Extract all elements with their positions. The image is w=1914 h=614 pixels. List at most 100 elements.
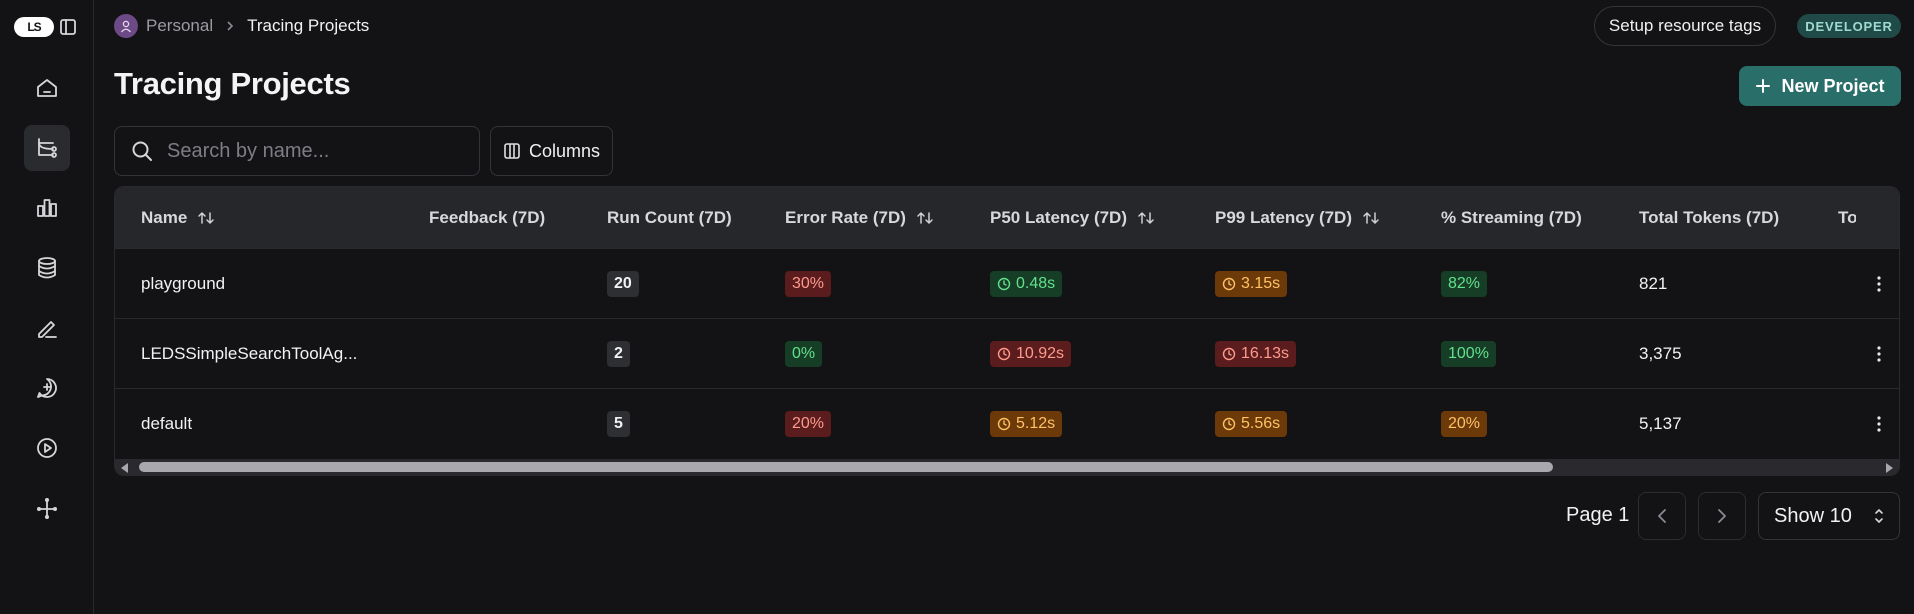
monitoring-icon: [35, 196, 59, 220]
column-label: P99 Latency (7D): [1215, 207, 1352, 227]
prompts-icon: [35, 376, 59, 400]
sidebar: LS: [0, 0, 94, 614]
projects-table: Name Feedback (7D) Run Count (7D) Error …: [114, 186, 1900, 476]
streaming-badge: 82%: [1441, 271, 1488, 297]
search-icon: [131, 140, 153, 162]
error-rate-badge: 20%: [785, 411, 832, 437]
page-title: Tracing Projects: [114, 66, 351, 101]
column-label: To: [1838, 207, 1856, 227]
table-row[interactable]: LEDSSimpleSearchToolAg... 2 0% 10.92s 16…: [115, 318, 1899, 388]
home-icon: [35, 76, 59, 100]
total-tokens: 3,375: [1639, 344, 1682, 363]
column-label: P50 Latency (7D): [990, 207, 1127, 227]
project-name[interactable]: playground: [141, 249, 225, 319]
column-header-run-count[interactable]: Run Count (7D): [607, 187, 732, 248]
sort-icon[interactable]: [916, 209, 934, 227]
new-project-label: New Project: [1781, 75, 1885, 96]
p50-value: 0.48s: [1016, 275, 1056, 292]
page-size-select[interactable]: Show 10: [1758, 492, 1900, 540]
next-page-button[interactable]: [1698, 492, 1746, 540]
column-label: Name: [141, 207, 188, 227]
columns-button[interactable]: Columns: [490, 126, 613, 176]
breadcrumb: Personal Tracing Projects: [114, 14, 369, 38]
datasets-icon: [35, 256, 59, 280]
horizontal-scrollbar[interactable]: [115, 459, 1899, 475]
scroll-right-icon[interactable]: [1886, 463, 1893, 473]
chevron-right-icon: [1716, 507, 1728, 525]
sidebar-item-monitoring[interactable]: [24, 185, 70, 231]
table-row[interactable]: default 5 20% 5.12s 5.56s 20% 5,137: [115, 388, 1899, 458]
sidebar-item-prompts[interactable]: [24, 365, 70, 411]
row-menu-icon[interactable]: [1867, 341, 1891, 367]
breadcrumb-workspace[interactable]: Personal: [146, 16, 213, 36]
breadcrumb-current: Tracing Projects: [247, 16, 370, 35]
avatar[interactable]: [114, 14, 138, 38]
column-header-p99-latency[interactable]: P99 Latency (7D): [1215, 187, 1380, 248]
sort-icon[interactable]: [197, 209, 215, 227]
column-label: Feedback (7D): [429, 207, 546, 227]
clock-icon: [1222, 277, 1236, 291]
clock-icon: [1222, 347, 1236, 361]
sort-icon[interactable]: [1137, 209, 1155, 227]
total-tokens: 5,137: [1639, 414, 1682, 433]
logo[interactable]: LS: [14, 17, 54, 37]
column-header-p50-latency[interactable]: P50 Latency (7D): [990, 187, 1155, 248]
deployments-icon: [35, 496, 59, 520]
scroll-left-icon[interactable]: [121, 463, 128, 473]
clock-icon: [997, 417, 1011, 431]
new-project-button[interactable]: New Project: [1739, 66, 1901, 106]
column-label: Error Rate (7D): [785, 207, 906, 227]
project-name[interactable]: LEDSSimpleSearchToolAg...: [141, 319, 357, 389]
logo-mark: LS: [14, 17, 54, 37]
column-header-feedback[interactable]: Feedback (7D): [429, 187, 545, 248]
plus-icon: [1755, 78, 1771, 94]
plan-badge: DEVELOPER: [1797, 14, 1901, 38]
search-box[interactable]: [114, 126, 480, 176]
p50-value: 10.92s: [1016, 345, 1065, 362]
row-menu-icon[interactable]: [1867, 411, 1891, 437]
project-name[interactable]: default: [141, 389, 192, 459]
column-label: % Streaming (7D): [1441, 207, 1582, 227]
page-indicator: Page 1: [1566, 504, 1630, 526]
playground-icon: [35, 436, 59, 460]
sidebar-item-playground[interactable]: [24, 425, 70, 471]
p50-latency-badge: 5.12s: [990, 411, 1063, 437]
error-rate-badge: 0%: [785, 341, 823, 367]
setup-resource-tags-button[interactable]: Setup resource tags: [1594, 6, 1776, 46]
row-menu-icon[interactable]: [1867, 271, 1891, 297]
streaming-badge: 20%: [1441, 411, 1488, 437]
sidebar-item-deployments[interactable]: [24, 485, 70, 531]
column-header-streaming[interactable]: % Streaming (7D): [1441, 187, 1582, 248]
search-input[interactable]: [167, 139, 457, 163]
columns-label: Columns: [528, 140, 601, 161]
sidebar-item-tracing[interactable]: [24, 125, 70, 171]
table-header: Name Feedback (7D) Run Count (7D) Error …: [115, 187, 1899, 248]
sort-icon[interactable]: [1362, 209, 1380, 227]
tracing-icon: [35, 136, 59, 160]
column-header-error-rate[interactable]: Error Rate (7D): [785, 187, 934, 248]
previous-page-button[interactable]: [1638, 492, 1686, 540]
p50-latency-badge: 10.92s: [990, 341, 1072, 367]
run-count-badge: 5: [607, 411, 630, 437]
chevron-right-icon: [225, 20, 235, 32]
p99-latency-badge: 16.13s: [1215, 341, 1297, 367]
p99-latency-badge: 3.15s: [1215, 271, 1288, 297]
p99-value: 5.56s: [1241, 415, 1281, 432]
sidebar-toggle-icon[interactable]: [59, 18, 77, 36]
page-size-value: Show 10: [1774, 504, 1852, 527]
column-header-truncated[interactable]: To: [1838, 187, 1856, 248]
scrollbar-thumb[interactable]: [139, 462, 1553, 472]
p99-value: 16.13s: [1241, 345, 1290, 362]
column-label: Total Tokens (7D): [1639, 207, 1780, 227]
sidebar-item-home[interactable]: [24, 65, 70, 111]
sidebar-item-annotation[interactable]: [24, 305, 70, 351]
table-row[interactable]: playground 20 30% 0.48s 3.15s 82% 821: [115, 248, 1899, 318]
p50-latency-badge: 0.48s: [990, 271, 1063, 297]
annotation-icon: [35, 316, 59, 340]
column-header-total-tokens[interactable]: Total Tokens (7D): [1639, 187, 1779, 248]
run-count-badge: 2: [607, 341, 630, 367]
column-header-name[interactable]: Name: [141, 187, 215, 248]
chevron-left-icon: [1656, 507, 1668, 525]
sidebar-item-datasets[interactable]: [24, 245, 70, 291]
clock-icon: [1222, 417, 1236, 431]
